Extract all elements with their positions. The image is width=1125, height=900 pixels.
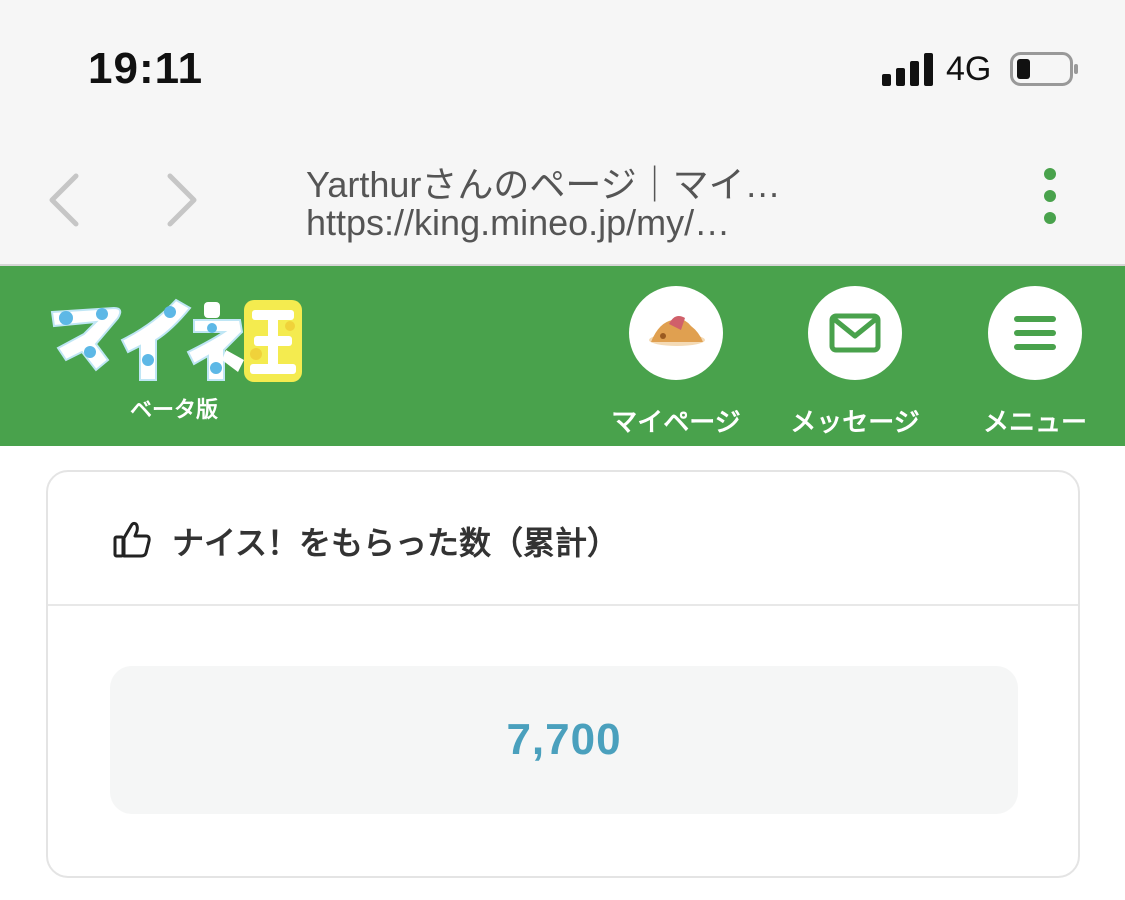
browser-page-title[interactable]: Yarthurさんのページ｜マイ… [306, 156, 781, 208]
battery-icon [1010, 52, 1078, 86]
card-header: ナイス！をもらった数（累計） [48, 472, 1078, 606]
avatar[interactable] [629, 286, 723, 380]
envelope-icon [829, 313, 881, 353]
browser-toolbar: Yarthurさんのページ｜マイ… https://king.mineo.jp/… [0, 130, 1125, 266]
message-button[interactable] [808, 286, 902, 380]
chevron-right-icon[interactable] [162, 170, 202, 230]
chevron-left-icon[interactable] [44, 170, 84, 230]
logo-beta-label: ベータ版 [130, 397, 219, 422]
status-bar: 19:11 4G [0, 0, 1125, 130]
card-title: ナイス！をもらった数（累計） [172, 525, 620, 561]
nav-message[interactable]: メッセージ [775, 286, 935, 439]
nice-count-card: ナイス！をもらった数（累計） 7,700 [46, 470, 1080, 878]
browser-url[interactable]: https://king.mineo.jp/my/… [306, 202, 730, 244]
kebab-menu-icon[interactable] [1030, 166, 1070, 230]
network-type: 4G [946, 50, 992, 88]
nice-count-value: 7,700 [506, 715, 622, 764]
thumbs-up-icon [113, 521, 151, 558]
count-box: 7,700 [110, 666, 1018, 814]
hamburger-icon [1014, 316, 1056, 350]
menu-button[interactable] [988, 286, 1082, 380]
nav-menu-label: メニュー [982, 407, 1087, 437]
nav-mypage[interactable]: マイページ [596, 286, 756, 439]
status-time: 19:11 [88, 44, 204, 93]
avatar-illustration [649, 316, 705, 346]
site-header: ベータ版 マイページ メッセージ メニュー [0, 266, 1125, 446]
nav-menu[interactable]: メニュー [955, 286, 1115, 439]
nav-message-label: メッセージ [790, 407, 920, 437]
nav-mypage-label: マイページ [611, 407, 741, 437]
site-logo[interactable] [44, 294, 306, 384]
signal-icon [882, 53, 933, 86]
